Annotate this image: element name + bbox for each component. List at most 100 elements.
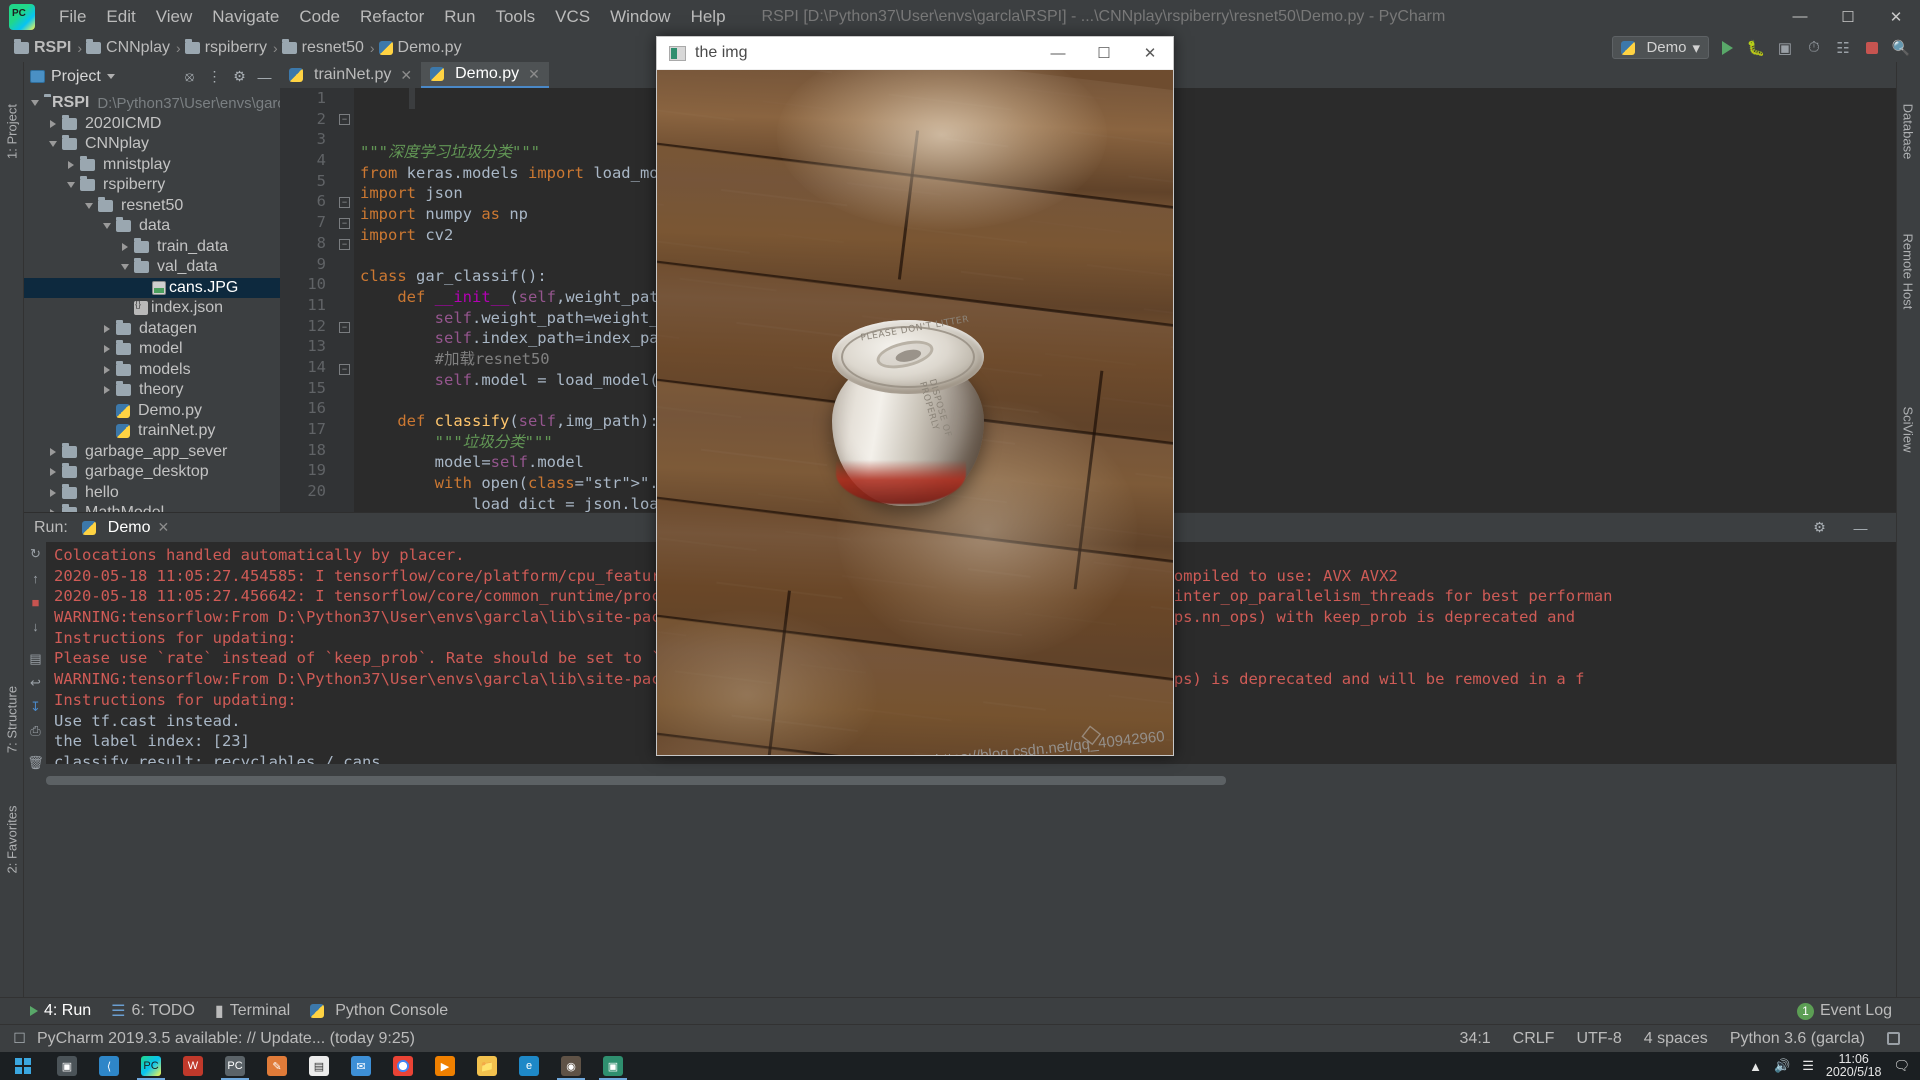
- breadcrumb-item-demo-py[interactable]: Demo.py: [398, 39, 462, 57]
- fold-icon[interactable]: −: [339, 239, 350, 250]
- indent-setting[interactable]: 4 spaces: [1644, 1030, 1708, 1048]
- hide-panel-icon[interactable]: —: [1851, 518, 1870, 537]
- tree-item-rspiberry[interactable]: rspiberry: [24, 175, 280, 196]
- python-interpreter[interactable]: Python 3.6 (garcla): [1730, 1030, 1865, 1048]
- close-icon[interactable]: ✕: [400, 67, 412, 84]
- menu-code[interactable]: Code: [289, 5, 350, 29]
- viewer-minimize-button[interactable]: —: [1035, 37, 1081, 70]
- collapse-arrow-icon[interactable]: [46, 468, 60, 477]
- tree-item-theory[interactable]: theory: [24, 380, 280, 401]
- scrollbar-thumb[interactable]: [46, 776, 1226, 785]
- scroll-to-end-icon[interactable]: ↧: [27, 698, 44, 715]
- stop-button[interactable]: [1861, 37, 1883, 59]
- sidebar-tab-favorites[interactable]: 2: Favorites: [5, 805, 20, 875]
- fold-icon[interactable]: −: [339, 218, 350, 229]
- line-separator[interactable]: CRLF: [1513, 1030, 1555, 1048]
- menu-view[interactable]: View: [146, 5, 203, 29]
- tree-item-index-json[interactable]: index.json: [24, 298, 280, 319]
- sidebar-tab-sciview[interactable]: SciView: [1901, 394, 1916, 466]
- tree-item-cnnplay[interactable]: CNNplay: [24, 134, 280, 155]
- tab-trainnet-py[interactable]: trainNet.py ✕: [280, 62, 422, 88]
- tree-item-garbage-app-sever[interactable]: garbage_app_sever: [24, 442, 280, 463]
- expand-arrow-icon[interactable]: [100, 223, 114, 230]
- search-everywhere-icon[interactable]: 🔍: [1890, 37, 1912, 59]
- breadcrumb-item-resnet50[interactable]: resnet50: [302, 39, 364, 57]
- tree-item-garbage-desktop[interactable]: garbage_desktop: [24, 462, 280, 483]
- menu-window[interactable]: Window: [600, 5, 680, 29]
- sidebar-tab-database[interactable]: Database: [1901, 96, 1916, 168]
- breadcrumb-item-cnnplay[interactable]: CNNplay: [106, 39, 170, 57]
- taskbar-editor[interactable]: ✎: [256, 1052, 298, 1080]
- menu-file[interactable]: File: [49, 5, 96, 29]
- breadcrumb-item-rspi[interactable]: RSPI: [34, 39, 71, 57]
- expand-arrow-icon[interactable]: [118, 264, 132, 271]
- tree-item-models[interactable]: models: [24, 360, 280, 381]
- taskbar-orange-app[interactable]: ▶: [424, 1052, 466, 1080]
- stop-icon[interactable]: ■: [27, 594, 44, 611]
- menu-tools[interactable]: Tools: [485, 5, 545, 29]
- fold-icon[interactable]: −: [339, 322, 350, 333]
- taskbar-pycharm[interactable]: PC: [130, 1052, 172, 1080]
- taskbar-file-explorer[interactable]: 📁: [466, 1052, 508, 1080]
- tree-item-model[interactable]: model: [24, 339, 280, 360]
- gear-icon[interactable]: ⚙: [230, 67, 249, 86]
- collapse-arrow-icon[interactable]: [100, 386, 114, 395]
- viewer-maximize-button[interactable]: ☐: [1081, 37, 1127, 70]
- delete-icon[interactable]: 🗑: [27, 754, 44, 771]
- sidebar-tab-structure[interactable]: 7: Structure: [5, 685, 20, 755]
- tree-item-cans-jpg[interactable]: cans.JPG: [24, 277, 280, 298]
- file-encoding[interactable]: UTF-8: [1576, 1030, 1621, 1048]
- taskbar-pycharm-community[interactable]: PC: [214, 1052, 256, 1080]
- start-button[interactable]: [0, 1052, 46, 1080]
- tree-item-data[interactable]: data: [24, 216, 280, 237]
- notification-icon[interactable]: ☐: [10, 1029, 29, 1048]
- taskbar-word[interactable]: W: [172, 1052, 214, 1080]
- tree-item-train-data[interactable]: train_data: [24, 237, 280, 258]
- taskbar-pycharm-running[interactable]: ◉: [550, 1052, 592, 1080]
- fold-column[interactable]: − − − − − −: [335, 88, 354, 512]
- tree-item-datagen[interactable]: datagen: [24, 319, 280, 340]
- taskbar-edge[interactable]: e: [508, 1052, 550, 1080]
- expand-arrow-icon[interactable]: [64, 182, 78, 189]
- expand-arrow-icon[interactable]: [46, 141, 60, 148]
- taskbar-chrome[interactable]: [382, 1052, 424, 1080]
- taskbar-clock[interactable]: 11:06 2020/5/18: [1826, 1052, 1882, 1079]
- attach-icon[interactable]: ☷: [1832, 37, 1854, 59]
- notifications-icon[interactable]: 🗨: [1893, 1058, 1910, 1074]
- tree-item-rspi[interactable]: RSPI D:\Python37\User\envs\garcla\: [24, 93, 280, 114]
- taskbar-mail[interactable]: ✉: [340, 1052, 382, 1080]
- tree-item-mnistplay[interactable]: mnistplay: [24, 155, 280, 176]
- collapse-arrow-icon[interactable]: [46, 488, 60, 497]
- menu-run[interactable]: Run: [434, 5, 485, 29]
- run-button[interactable]: [1716, 37, 1738, 59]
- expand-arrow-icon[interactable]: [28, 100, 42, 107]
- down-stack-icon[interactable]: ↓: [27, 618, 44, 635]
- menu-refactor[interactable]: Refactor: [350, 5, 434, 29]
- tray-expand-icon[interactable]: ▲: [1749, 1059, 1762, 1074]
- tree-item-mathmodel[interactable]: MathModel: [24, 503, 280, 512]
- profile-icon[interactable]: ⏱: [1803, 37, 1825, 59]
- print-icon[interactable]: ⎙: [27, 722, 44, 739]
- fold-icon[interactable]: −: [339, 364, 350, 375]
- sidebar-tab-remote-host[interactable]: Remote Host: [1901, 234, 1916, 310]
- coverage-icon[interactable]: ▣: [1774, 37, 1796, 59]
- viewer-close-button[interactable]: ✕: [1127, 37, 1173, 70]
- tree-item-val-data[interactable]: val_data: [24, 257, 280, 278]
- collapse-arrow-icon[interactable]: [100, 365, 114, 374]
- rerun-icon[interactable]: ↻: [27, 545, 44, 562]
- collapse-all-icon[interactable]: ⋮: [205, 67, 224, 86]
- run-tab-demo[interactable]: Demo ✕: [81, 519, 169, 537]
- collapse-arrow-icon[interactable]: [100, 324, 114, 333]
- menu-vcs[interactable]: VCS: [545, 5, 600, 29]
- locate-icon[interactable]: ⦻: [180, 67, 199, 86]
- status-message[interactable]: PyCharm 2019.3.5 available: // Update...…: [37, 1030, 415, 1048]
- fold-icon[interactable]: −: [339, 197, 350, 208]
- caret-position[interactable]: 34:1: [1460, 1030, 1491, 1048]
- taskbar-image-viewer[interactable]: ▣: [592, 1052, 634, 1080]
- close-icon[interactable]: ✕: [528, 66, 540, 83]
- sidebar-tab-project[interactable]: 1: Project: [5, 97, 20, 167]
- menu-help[interactable]: Help: [681, 5, 736, 29]
- tree-item-hello[interactable]: hello: [24, 483, 280, 504]
- maximize-button[interactable]: ☐: [1824, 0, 1872, 33]
- minimize-button[interactable]: —: [1776, 0, 1824, 33]
